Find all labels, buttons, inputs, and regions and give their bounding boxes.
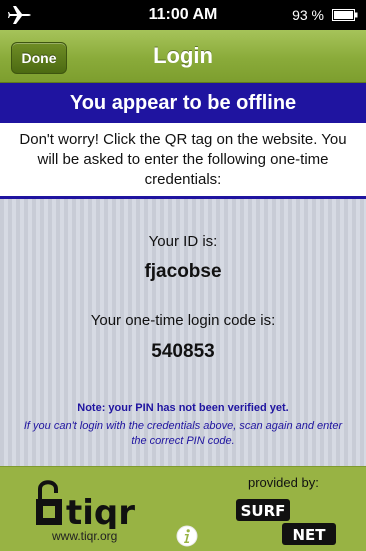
- navigation-bar: Done Login: [0, 30, 366, 83]
- tiqr-website-link[interactable]: www.tiqr.org: [52, 529, 117, 543]
- surfnet-logo-top: SURF: [241, 502, 286, 520]
- intro-text: Don't worry! Click the QR tag on the web…: [19, 131, 347, 188]
- id-value: fjacobse: [144, 261, 222, 282]
- provided-by-label: provided by:: [248, 475, 319, 490]
- retry-hint: If you can't login with the credentials …: [23, 420, 343, 447]
- tiqr-logo[interactable]: tiqr: [34, 475, 160, 529]
- status-bar: 11:00 AM 93 %: [0, 0, 366, 30]
- credentials-panel: Your ID is: fjacobse Your one-time login…: [0, 199, 366, 466]
- footer: tiqr www.tiqr.org provided by: SURF NET: [0, 466, 366, 551]
- battery-icon: [332, 9, 358, 21]
- login-code-value: 540853: [151, 341, 215, 362]
- id-label: Your ID is:: [148, 233, 218, 250]
- page-title: Login: [153, 43, 213, 68]
- info-icon[interactable]: [176, 525, 198, 547]
- login-code-label: Your one-time login code is:: [90, 312, 276, 329]
- surfnet-logo-bottom: NET: [292, 526, 326, 544]
- offline-banner: You appear to be offline: [0, 83, 366, 123]
- pin-note: Note: your PIN has not been verified yet…: [77, 402, 289, 414]
- tiqr-logo-text: tiqr: [66, 493, 135, 529]
- battery-percentage: 93 %: [292, 7, 324, 23]
- surfnet-logo[interactable]: SURF NET: [236, 497, 336, 547]
